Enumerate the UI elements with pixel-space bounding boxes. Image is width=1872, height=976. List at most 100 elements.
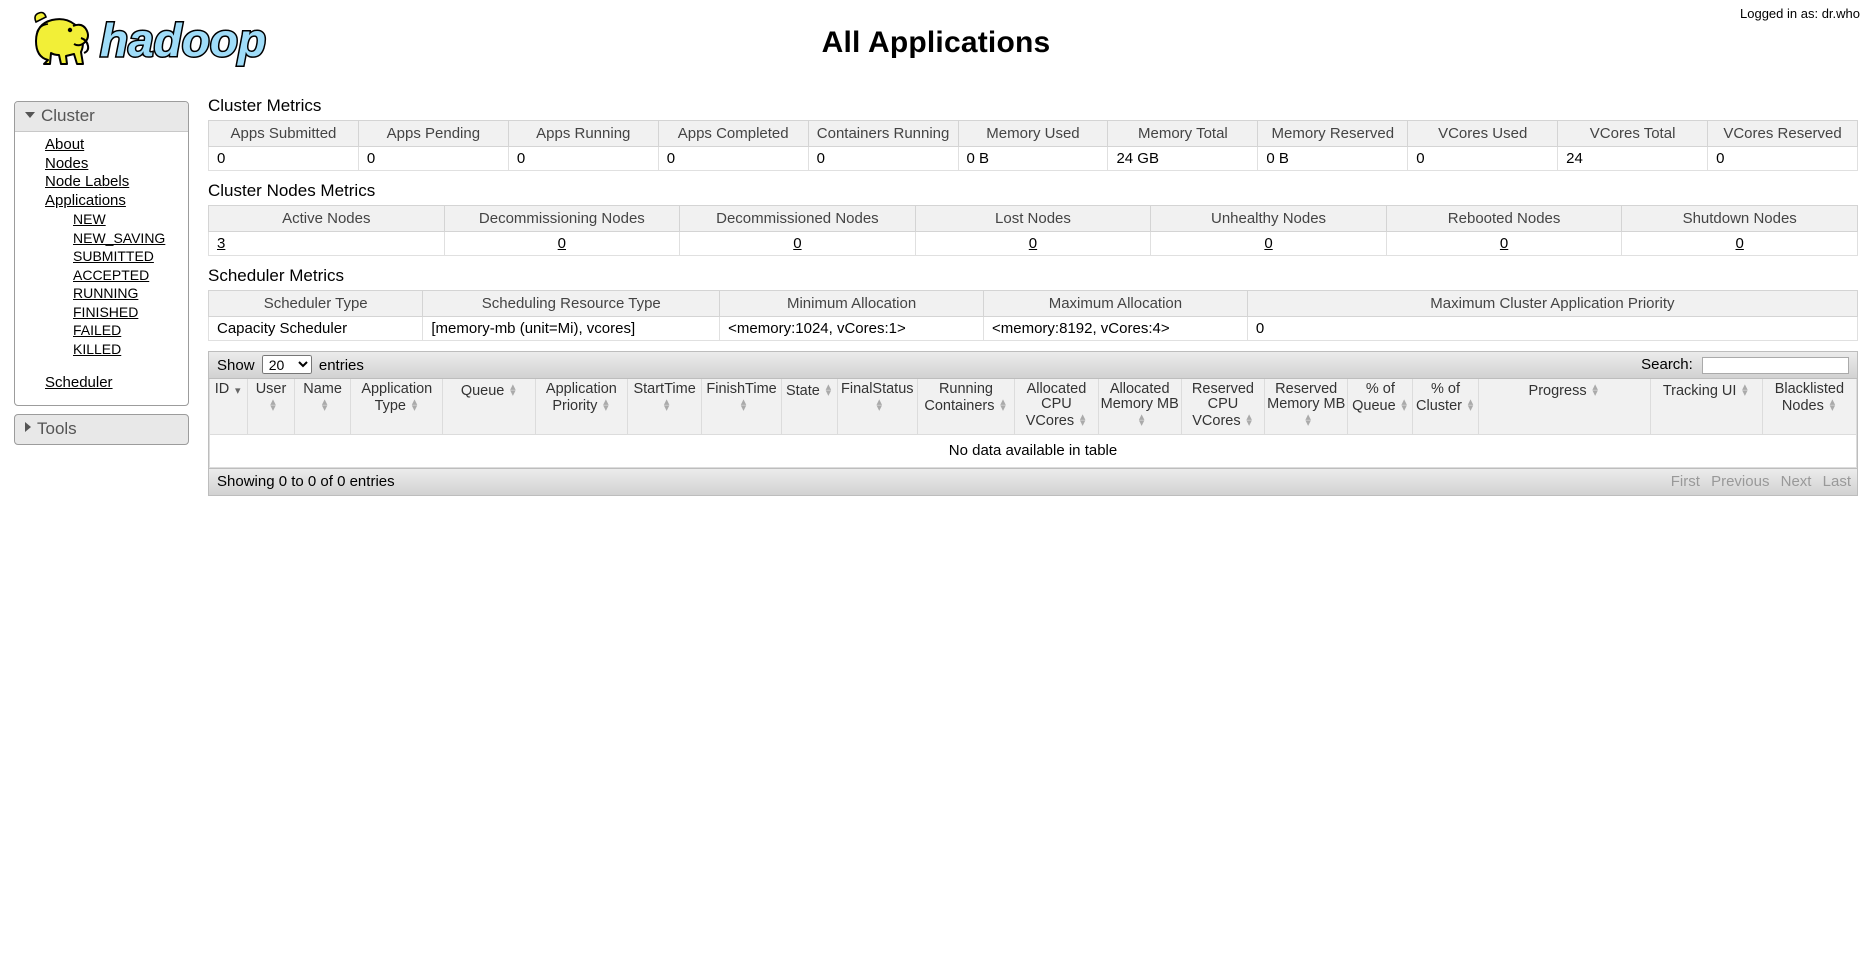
col-percent-of-cluster[interactable]: % of Cluster ▴ ▾ [1412, 379, 1479, 435]
entries-info: Showing 0 to 0 of 0 entries [217, 473, 395, 490]
val-unhealthy-nodes-link[interactable]: 0 [1264, 235, 1272, 252]
col-application-priority[interactable]: Application Priority ▴ ▾ [534, 379, 629, 435]
sidebar-item-new[interactable]: NEW [15, 210, 188, 229]
col-lost-nodes: Lost Nodes [914, 205, 1152, 232]
sidebar-item-running[interactable]: RUNNING [15, 284, 188, 303]
val-shutdown-nodes-link[interactable]: 0 [1736, 235, 1744, 252]
val-rebooted-nodes-link[interactable]: 0 [1500, 235, 1508, 252]
sort-icon: ▴ ▾ [1742, 381, 1748, 399]
val-scheduler-type: Capacity Scheduler [207, 316, 424, 341]
sidebar-item-applications[interactable]: Applications [15, 192, 188, 211]
sort-icon: ▴ ▾ [1467, 396, 1474, 414]
sidebar-item-killed[interactable]: KILLED [15, 340, 188, 359]
sidebar-tools-label: Tools [37, 418, 77, 438]
val-scheduling-resource-type: [memory-mb (unit=Mi), vcores] [422, 316, 721, 341]
sort-icon: ▴ ▾ [1079, 411, 1086, 429]
col-finalstatus[interactable]: FinalStatus ▴ ▾ [836, 379, 918, 435]
val-vcores-reserved: 0 [1707, 146, 1858, 171]
sidebar-item-accepted[interactable]: ACCEPTED [15, 266, 188, 285]
col-starttime[interactable]: StartTime ▴ ▾ [627, 379, 703, 435]
sort-icon: ▴ ▾ [603, 396, 609, 414]
col-rebooted-nodes: Rebooted Nodes [1385, 205, 1623, 232]
table-row: 0 0 0 0 0 0 B 24 GB 0 B 0 24 0 [208, 146, 1858, 171]
val-decommissioned-nodes-link[interactable]: 0 [793, 235, 801, 252]
cluster-metrics-title: Cluster Metrics [208, 96, 322, 115]
col-apps-running: Apps Running [507, 120, 659, 147]
col-percent-of-queue[interactable]: % of Queue ▴ ▾ [1347, 379, 1414, 435]
sidebar-item-failed[interactable]: FAILED [15, 321, 188, 340]
col-reserved-memory-mb[interactable]: Reserved Memory MB ▴ ▾ [1264, 379, 1349, 435]
sidebar-cluster-body: About Nodes Node Labels Applications NEW… [15, 132, 188, 405]
applications-datatable: Show 20 40 60 80 100 entries Search: [208, 351, 1858, 496]
table-header-row: Scheduler Type Scheduling Resource Type … [207, 290, 1859, 317]
col-scheduler-type: Scheduler Type [207, 290, 424, 317]
sidebar-cluster-panel: Cluster About Nodes Node Labels Applicat… [14, 101, 189, 406]
col-user[interactable]: User ▴ ▾ [246, 379, 296, 435]
val-lost-nodes-link[interactable]: 0 [1029, 235, 1037, 252]
col-blacklisted-nodes[interactable]: Blacklisted Nodes ▴ ▾ [1761, 379, 1858, 435]
sidebar-tools-panel: Tools [14, 413, 189, 445]
chevron-right-icon [25, 422, 31, 433]
sort-icon: ▴ ▾ [825, 381, 832, 399]
cluster-nodes-metrics-title: Cluster Nodes Metrics [208, 181, 376, 200]
show-label: Show [217, 357, 255, 374]
col-id[interactable]: ID ▾ [209, 379, 248, 435]
col-memory-reserved: Memory Reserved [1257, 120, 1409, 147]
sort-icon: ▴ ▾ [876, 396, 883, 414]
col-running-containers[interactable]: Running Containers ▴ ▾ [916, 379, 1016, 435]
col-tracking-ui[interactable]: Tracking UI ▴ ▾ [1649, 379, 1763, 435]
col-reserved-cpu-vcores[interactable]: Reserved CPU VCores ▴ ▾ [1180, 379, 1266, 435]
pagination-next[interactable]: Next [1781, 473, 1812, 490]
col-progress[interactable]: Progress ▴ ▾ [1477, 379, 1651, 435]
col-allocated-memory-mb[interactable]: Allocated Memory MB ▴ ▾ [1097, 379, 1182, 435]
col-finishtime[interactable]: FinishTime ▴ ▾ [701, 379, 782, 435]
cluster-metrics-table: Apps Submitted Apps Pending Apps Running… [208, 120, 1858, 171]
sort-icon: ▴ ▾ [1401, 396, 1407, 414]
col-containers-running: Containers Running [807, 120, 959, 147]
col-vcores-used: VCores Used [1407, 120, 1559, 147]
val-containers-running: 0 [807, 146, 959, 171]
sidebar-item-nodes[interactable]: Nodes [15, 155, 188, 174]
sort-icon: ▴ ▾ [1138, 411, 1145, 429]
entries-label: entries [318, 357, 364, 374]
val-decommissioning-nodes-link[interactable]: 0 [558, 235, 566, 252]
col-scheduling-resource-type: Scheduling Resource Type [422, 290, 721, 317]
search-input[interactable] [1702, 356, 1849, 374]
sort-icon: ▴ ▾ [411, 396, 418, 414]
sidebar-item-submitted[interactable]: SUBMITTED [15, 247, 188, 266]
sidebar-tools-header[interactable]: Tools [14, 413, 189, 445]
sidebar-item-scheduler[interactable]: Scheduler [15, 374, 188, 393]
col-state[interactable]: State ▴ ▾ [780, 379, 838, 435]
col-queue[interactable]: Queue ▴ ▾ [442, 379, 536, 435]
val-memory-reserved: 0 B [1257, 146, 1409, 171]
pagination-previous[interactable]: Previous [1711, 473, 1769, 490]
col-name[interactable]: Name ▴ ▾ [294, 379, 352, 435]
pagination-first[interactable]: First [1671, 473, 1700, 490]
col-unhealthy-nodes: Unhealthy Nodes [1150, 205, 1387, 232]
col-vcores-total: VCores Total [1557, 120, 1709, 147]
empty-table-row: No data available in table [209, 434, 1857, 468]
table-header-row: ID ▾ User ▴ ▾ Name ▴ ▾ Application Type ▴ ▾ Que… [209, 379, 1858, 435]
pagination-last[interactable]: Last [1823, 473, 1851, 490]
sort-icon: ▴ ▾ [270, 396, 276, 414]
yarn-resourcemanager-page: Logged in as: dr.who hadoop All Applicat… [0, 0, 1872, 976]
page-length-select[interactable]: 20 40 60 80 100 [261, 355, 312, 374]
sort-icon: ▴ ▾ [1592, 381, 1598, 399]
val-apps-submitted: 0 [208, 146, 359, 171]
sidebar-cluster-header[interactable]: Cluster [15, 102, 188, 132]
empty-message: No data available in table [209, 434, 1857, 468]
val-max-cluster-app-priority: 0 [1246, 316, 1859, 341]
table-row: Capacity Scheduler [memory-mb (unit=Mi),… [207, 316, 1859, 341]
page-length-control: Show 20 40 60 80 100 entries [217, 355, 364, 374]
val-active-nodes-link[interactable]: 3 [217, 235, 225, 252]
val-apps-pending: 0 [357, 146, 509, 171]
sidebar-item-about[interactable]: About [15, 136, 188, 155]
sidebar-item-finished[interactable]: FINISHED [15, 303, 188, 322]
sidebar-item-new-saving[interactable]: NEW_SAVING [15, 229, 188, 248]
sort-icon: ▴ ▾ [321, 396, 328, 414]
sidebar-item-node-labels[interactable]: Node Labels [15, 173, 188, 192]
table-header-row: Apps Submitted Apps Pending Apps Running… [208, 120, 1858, 147]
col-application-type[interactable]: Application Type ▴ ▾ [350, 379, 444, 435]
col-allocated-cpu-vcores[interactable]: Allocated CPU VCores ▴ ▾ [1014, 379, 1099, 435]
sidebar: Cluster About Nodes Node Labels Applicat… [14, 101, 189, 445]
